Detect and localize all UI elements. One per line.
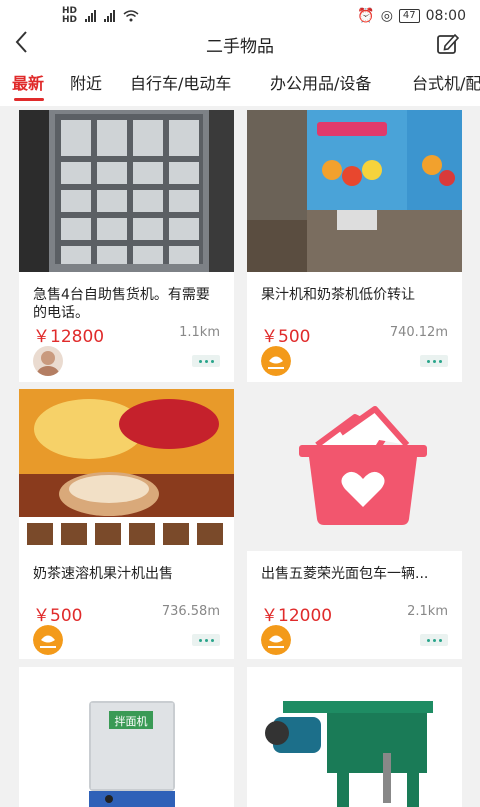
orange-logo-avatar[interactable] xyxy=(261,625,291,655)
signal-5g-icon xyxy=(85,10,97,22)
vending-machine-photo xyxy=(19,110,234,272)
green-machine-photo xyxy=(247,667,462,807)
orange-logo-avatar[interactable] xyxy=(261,346,291,376)
listing-card[interactable]: 出售五菱荣光面包车一辆... ￥12000 2.1km xyxy=(247,389,462,659)
listing-card[interactable]: 果汁机和奶茶机低价转让 ￥500 740.12m xyxy=(247,110,462,382)
status-bar: HD HD ⏰ ◎ 47 08:00 xyxy=(0,0,480,32)
listing-title: 奶茶速溶机果汁机出售 xyxy=(33,566,173,582)
orange-logo-avatar[interactable] xyxy=(33,625,63,655)
basket-heart-placeholder xyxy=(247,389,462,551)
listing-price: ￥500 xyxy=(33,606,83,626)
listing-distance: 1.1km xyxy=(179,325,220,340)
tab-nearby[interactable]: 附近 xyxy=(70,70,102,94)
wifi-icon xyxy=(123,10,139,22)
listing-distance: 2.1km xyxy=(407,604,448,619)
listing-card[interactable]: 奶茶速溶机果汁机出售 ￥500 736.58m xyxy=(19,389,234,659)
tab-bicycles[interactable]: 自行车/电动车 xyxy=(130,70,231,94)
more-options-button[interactable] xyxy=(192,634,220,646)
status-time: 08:00 xyxy=(425,8,466,24)
listing-card[interactable] xyxy=(247,667,462,807)
category-tabs: 最新 附近 自行车/电动车 办公用品/设备 台式机/配 xyxy=(0,56,480,106)
listing-price: ￥12800 xyxy=(33,327,105,347)
tab-office-supplies[interactable]: 办公用品/设备 xyxy=(270,70,371,94)
listing-title: 急售4台自助售货机。有需要的电话。 xyxy=(33,287,210,321)
more-options-button[interactable] xyxy=(420,634,448,646)
tab-latest[interactable]: 最新 xyxy=(12,70,44,94)
more-options-button[interactable] xyxy=(192,355,220,367)
milk-tea-machine-photo xyxy=(19,389,234,551)
alarm-icon: ⏰ xyxy=(357,8,375,24)
listing-price: ￥500 xyxy=(261,327,311,347)
edit-icon xyxy=(437,33,460,54)
status-right: ⏰ ◎ 47 08:00 xyxy=(357,8,466,24)
page-title: 二手物品 xyxy=(206,37,274,57)
placeholder-label: 拌面机 xyxy=(115,714,148,728)
tab-desktops[interactable]: 台式机/配 xyxy=(412,70,480,94)
listing-distance: 740.12m xyxy=(389,325,448,340)
user-photo-avatar[interactable] xyxy=(33,346,63,376)
status-left: HD HD xyxy=(62,7,139,25)
listing-title: 果汁机和奶茶机低价转让 xyxy=(261,287,415,303)
battery-indicator: 47 xyxy=(398,9,420,23)
listing-card[interactable]: 拌面机 xyxy=(19,667,234,807)
location-icon: ◎ xyxy=(380,8,393,24)
listing-grid: 急售4台自助售货机。有需要的电话。 ￥12800 1.1km 果汁机和奶茶机低价… xyxy=(0,106,480,807)
network-indicator: HD HD xyxy=(62,6,78,25)
more-options-button[interactable] xyxy=(420,355,448,367)
active-tab-indicator xyxy=(14,98,44,101)
edit-button[interactable] xyxy=(436,32,460,56)
dough-mixer-photo: 拌面机 xyxy=(19,667,234,807)
header: 二手物品 xyxy=(0,31,480,57)
listing-distance: 736.58m xyxy=(161,604,220,619)
signal-4g-icon xyxy=(104,10,116,22)
listing-card[interactable]: 急售4台自助售货机。有需要的电话。 ￥12800 1.1km xyxy=(19,110,234,382)
juice-machine-photo xyxy=(247,110,462,272)
listing-title: 出售五菱荣光面包车一辆... xyxy=(261,566,429,582)
listing-price: ￥12000 xyxy=(261,606,333,626)
